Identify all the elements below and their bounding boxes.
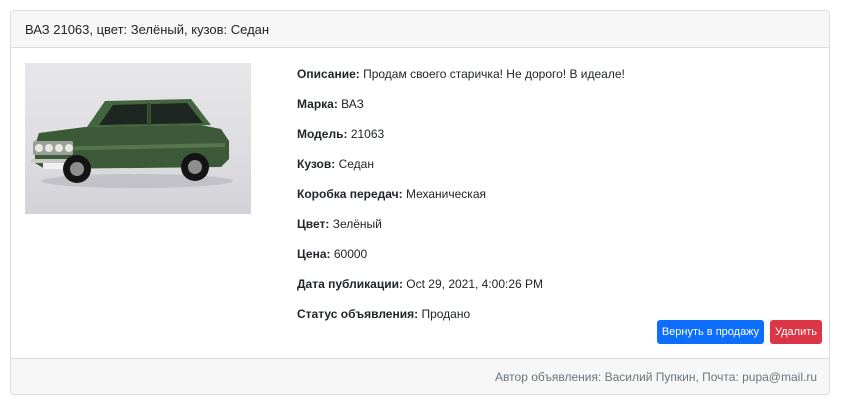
detail-price: Цена: 60000 xyxy=(297,243,625,273)
detail-value: Механическая xyxy=(405,187,486,201)
detail-label: Дата публикации: xyxy=(297,277,403,291)
detail-label: Цена: xyxy=(297,247,331,261)
detail-description: Описание: Продам своего старичка! Не дор… xyxy=(297,63,625,93)
detail-label: Марка: xyxy=(297,97,338,111)
detail-brand: Марка: ВАЗ xyxy=(297,93,625,123)
detail-value: Продано xyxy=(421,307,471,321)
car-photo xyxy=(25,63,251,214)
detail-label: Коробка передач: xyxy=(297,187,403,201)
detail-value: 21063 xyxy=(350,127,385,141)
return-to-sale-button[interactable]: Вернуть в продажу xyxy=(657,320,764,344)
detail-label: Описание: xyxy=(297,67,360,81)
card-footer: Автор объявления: Василий Пупкин, Почта:… xyxy=(11,358,829,394)
detail-label: Модель: xyxy=(297,127,348,141)
detail-body: Кузов: Седан xyxy=(297,153,625,183)
detail-transmission: Коробка передач: Механическая xyxy=(297,183,625,213)
card-header: ВАЗ 21063, цвет: Зелёный, кузов: Седан xyxy=(11,11,829,48)
detail-value: Зелёный xyxy=(332,217,382,231)
detail-published-date: Дата публикации: Oct 29, 2021, 4:00:26 P… xyxy=(297,273,625,303)
detail-value: ВАЗ xyxy=(341,97,364,111)
car-illustration-icon xyxy=(31,99,233,188)
listing-card: ВАЗ 21063, цвет: Зелёный, кузов: Седан О… xyxy=(10,10,830,395)
detail-value: 60000 xyxy=(333,247,368,261)
detail-label: Кузов: xyxy=(297,157,336,171)
delete-button[interactable]: Удалить xyxy=(770,320,822,344)
listing-details: Описание: Продам своего старичка! Не дор… xyxy=(297,63,625,333)
detail-value: Седан xyxy=(338,157,374,171)
detail-status: Статус объявления: Продано xyxy=(297,303,625,333)
listing-title: ВАЗ 21063, цвет: Зелёный, кузов: Седан xyxy=(25,22,270,37)
detail-model: Модель: 21063 xyxy=(297,123,625,153)
detail-label: Статус объявления: xyxy=(297,307,419,321)
author-info: Автор объявления: Василий Пупкин, Почта:… xyxy=(495,370,817,384)
detail-value: Продам своего старичка! Не дорого! В иде… xyxy=(363,67,625,81)
detail-color: Цвет: Зелёный xyxy=(297,213,625,243)
detail-label: Цвет: xyxy=(297,217,330,231)
detail-value: Oct 29, 2021, 4:00:26 PM xyxy=(406,277,544,291)
